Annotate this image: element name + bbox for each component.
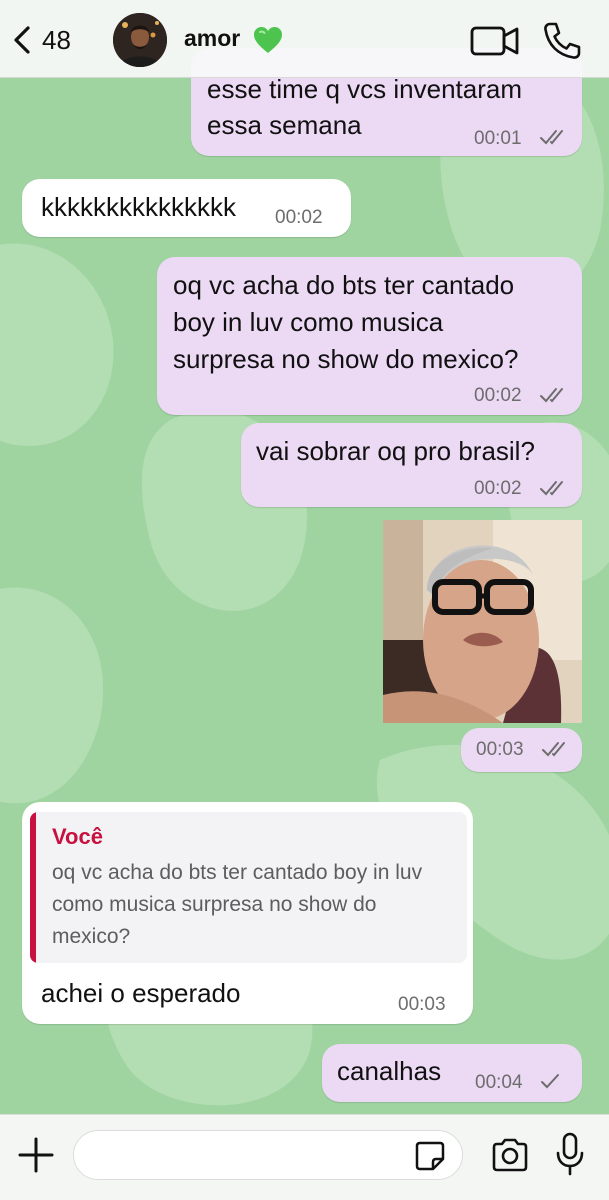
message-time: 00:02 xyxy=(474,385,522,406)
green-heart-icon xyxy=(254,27,282,53)
quote-accent-bar xyxy=(30,812,36,963)
message-text: oq vc acha do bts ter cantado xyxy=(173,270,515,300)
read-ticks-icon xyxy=(540,130,563,145)
message-text: achei o esperado xyxy=(41,978,241,1008)
message-bubble-outgoing[interactable]: oq vc acha do bts ter cantado boy in luv… xyxy=(157,257,582,415)
back-button[interactable]: 48 xyxy=(10,18,71,62)
sticker-icon[interactable] xyxy=(414,1140,446,1172)
plus-icon[interactable] xyxy=(16,1135,56,1175)
message-time: 00:03 xyxy=(476,739,524,760)
message-time: 00:04 xyxy=(475,1072,523,1093)
quote-text: oq vc acha do bts ter cantado boy in luv… xyxy=(52,861,423,948)
message-time: 00:02 xyxy=(275,207,323,228)
camera-icon[interactable] xyxy=(490,1137,530,1173)
message-text: kkkkkkkkkkkkkkk xyxy=(41,192,236,222)
unread-count: 48 xyxy=(42,24,71,55)
sent-tick-icon xyxy=(541,1074,559,1089)
photo-elderly-man-with-glasses xyxy=(383,520,582,723)
message-text: boy in luv como musica xyxy=(173,307,444,337)
message-text: canalhas xyxy=(337,1056,442,1086)
read-ticks-icon xyxy=(542,742,565,757)
chevron-left-icon xyxy=(14,26,30,54)
message-input-bar xyxy=(0,1114,609,1200)
contact-name[interactable]: amor xyxy=(184,25,240,52)
phone-call-icon[interactable] xyxy=(541,20,583,62)
message-bubble-incoming[interactable]: kkkkkkkkkkkkkkk 00:02 xyxy=(22,179,351,237)
message-bubble-outgoing[interactable]: vai sobrar oq pro brasil? 00:02 xyxy=(241,423,582,507)
video-call-icon[interactable] xyxy=(470,24,520,58)
read-ticks-icon xyxy=(540,388,563,403)
message-time: 00:03 xyxy=(398,994,446,1015)
message-text: surpresa no show do mexico? xyxy=(173,344,519,374)
message-time: 00:02 xyxy=(474,478,522,499)
read-ticks-icon xyxy=(540,481,563,496)
avatar[interactable] xyxy=(113,13,167,67)
microphone-icon[interactable] xyxy=(553,1131,587,1177)
message-photo[interactable] xyxy=(383,520,582,723)
quoted-message[interactable]: Você oq vc acha do bts ter cantado boy i… xyxy=(30,812,467,963)
message-bubble-outgoing[interactable]: canalhas 00:04 xyxy=(322,1044,582,1102)
photo-time-badge: 00:03 xyxy=(461,728,582,772)
chat-header: 48 amor xyxy=(0,0,609,78)
message-input[interactable] xyxy=(73,1130,463,1180)
quote-author: Você xyxy=(52,824,103,849)
message-text: essa semana xyxy=(207,110,362,140)
message-time: 00:01 xyxy=(474,128,522,149)
message-text: vai sobrar oq pro brasil? xyxy=(256,436,535,466)
